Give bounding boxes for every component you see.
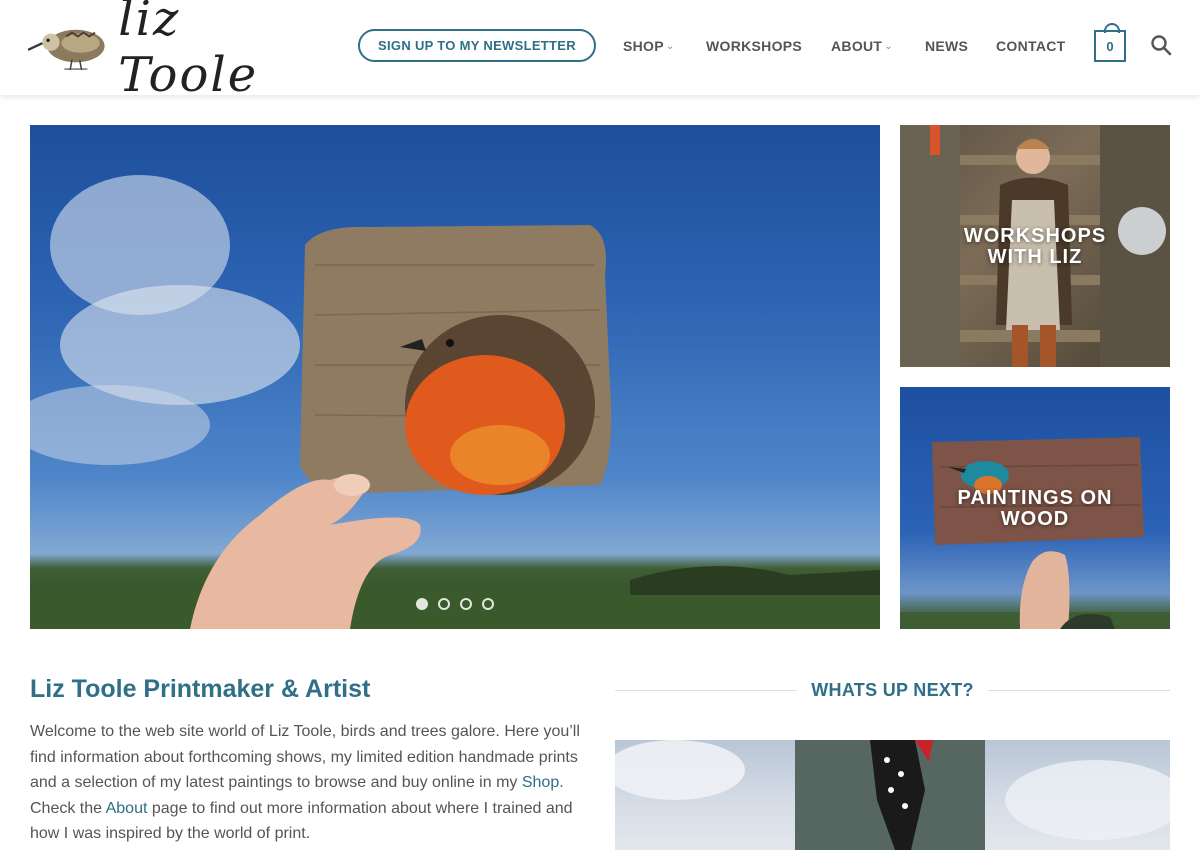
- tile-workshops[interactable]: WORKSHOPS WITH LIZ: [900, 125, 1170, 367]
- slider-dot-3[interactable]: [460, 598, 472, 610]
- logo-wordmark: liz Toole: [118, 0, 259, 103]
- tile-paintings-label: PAINTINGS ON WOOD: [900, 488, 1170, 530]
- nav-item-workshops[interactable]: WORKSHOPS: [706, 37, 802, 55]
- slider-dot-1[interactable]: [416, 598, 428, 610]
- divider: [615, 689, 798, 691]
- chevron-down-icon: ⌄: [665, 40, 675, 52]
- nav-label-workshops: WORKSHOPS: [706, 38, 803, 54]
- whats-up-next-heading: WHATS UP NEXT?: [615, 678, 1171, 702]
- cart-count: 0: [1106, 38, 1114, 54]
- divider: [987, 689, 1171, 691]
- chevron-down-icon: ⌄: [884, 40, 893, 52]
- slider-pagination: [416, 598, 494, 610]
- tile-label-line: WORKSHOPS: [963, 225, 1107, 247]
- tile-label-line: WITH LIZ: [987, 246, 1083, 268]
- robin-on-driftwood-image: [30, 175, 880, 629]
- shop-link[interactable]: Shop: [522, 774, 559, 791]
- nav-item-shop[interactable]: SHOP ⌄: [623, 37, 675, 55]
- intro-title: Liz Toole Printmaker & Artist: [30, 675, 371, 703]
- whats-up-next-image[interactable]: [615, 740, 1170, 850]
- tile-label-line: WOOD: [1000, 508, 1070, 530]
- woodpecker-on-post-image: [615, 740, 1170, 850]
- woodcock-logo-icon: [28, 29, 105, 71]
- intro-text-part: Welcome to the web site world of Liz Too…: [30, 723, 580, 791]
- search-icon[interactable]: [1150, 34, 1172, 56]
- site-header: liz Toole SIGN UP TO MY NEWSLETTER SHOP …: [0, 0, 1200, 103]
- intro-paragraph: Welcome to the web site world of Liz Too…: [30, 719, 590, 847]
- tile-paintings-on-wood[interactable]: PAINTINGS ON WOOD: [900, 387, 1170, 629]
- nav-label-about: ABOUT: [831, 38, 883, 54]
- nav-item-about[interactable]: ABOUT ⌄: [831, 37, 893, 55]
- slider-dot-2[interactable]: [438, 598, 450, 610]
- slider-dot-4[interactable]: [482, 598, 494, 610]
- nav-item-news[interactable]: NEWS: [925, 37, 968, 55]
- about-link[interactable]: About: [106, 800, 148, 817]
- nav-label-shop: SHOP: [623, 38, 664, 54]
- newsletter-signup-button[interactable]: SIGN UP TO MY NEWSLETTER: [358, 29, 596, 62]
- tile-label-line: PAINTINGS ON: [957, 487, 1113, 509]
- cart-button[interactable]: 0: [1094, 23, 1126, 62]
- hero-slider[interactable]: [30, 125, 880, 629]
- whats-up-next-title: WHATS UP NEXT?: [811, 679, 974, 700]
- nav-item-contact[interactable]: CONTACT: [996, 37, 1066, 55]
- nav-label-contact: CONTACT: [996, 38, 1066, 54]
- tile-workshops-label: WORKSHOPS WITH LIZ: [900, 226, 1170, 268]
- nav-label-news: NEWS: [925, 38, 969, 54]
- site-logo[interactable]: liz Toole: [28, 0, 328, 103]
